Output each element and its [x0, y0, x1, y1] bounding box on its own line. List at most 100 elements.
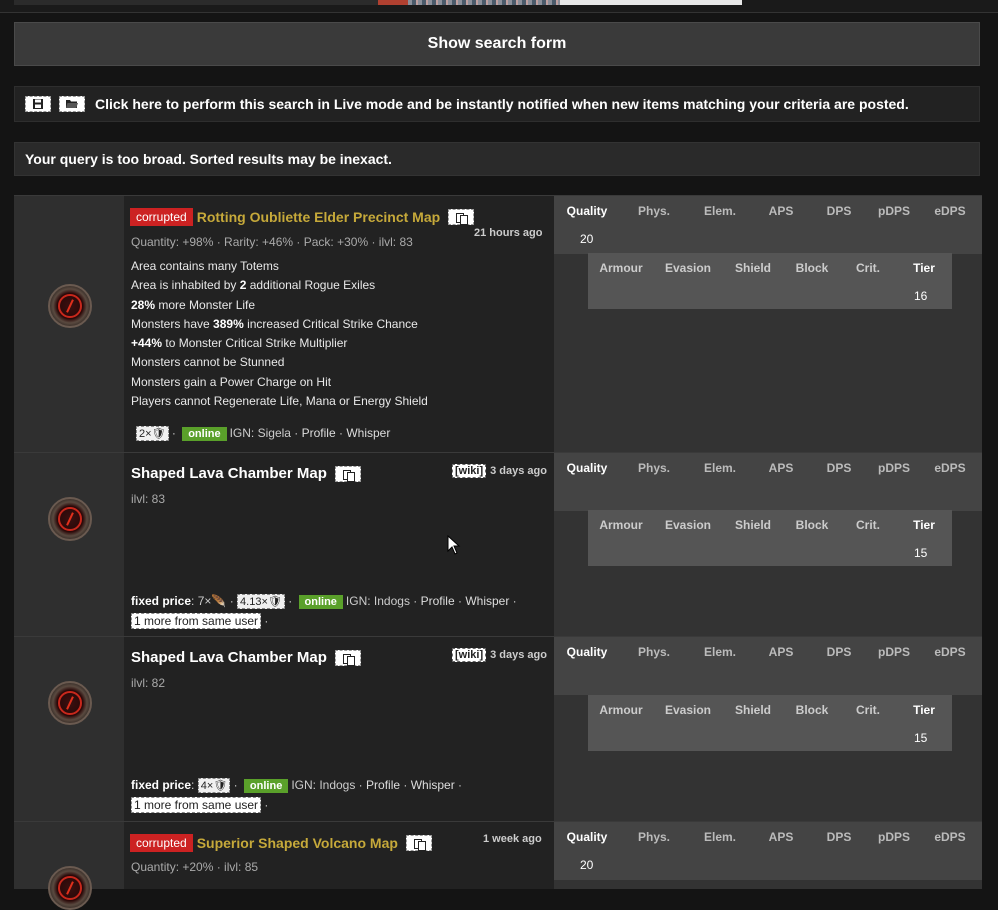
top-banner-strip [0, 0, 998, 13]
listing-age: 3 days ago [490, 465, 547, 477]
profile-link[interactable]: Profile [421, 594, 455, 608]
item-properties: Quantity: +98% · Rarity: +46% · Pack: +3… [131, 235, 413, 249]
col-phys[interactable]: Phys. [620, 204, 688, 218]
col-shield[interactable]: Shield [722, 261, 784, 275]
col-tier[interactable]: Tier [896, 261, 952, 275]
online-badge: online [243, 779, 289, 793]
col-elem[interactable]: Elem. [688, 204, 752, 218]
col-dps[interactable]: DPS [810, 645, 868, 659]
map-item-icon[interactable] [48, 497, 92, 541]
col-dps[interactable]: DPS [810, 461, 868, 475]
col-elem[interactable]: Elem. [688, 645, 752, 659]
chaos-orb-icon: 🛡 [151, 428, 166, 440]
price-chip: 4.13×🛡 [237, 594, 285, 609]
col-crit[interactable]: Crit. [840, 518, 896, 532]
col-pdps[interactable]: pDPS [868, 830, 920, 844]
item-properties: ilvl: 83 [131, 492, 166, 506]
col-quality[interactable]: Quality [554, 830, 620, 844]
item-name[interactable]: Shaped Lava Chamber Map [131, 649, 327, 666]
col-edps[interactable]: eDPS [920, 461, 980, 475]
col-block[interactable]: Block [784, 261, 840, 275]
mouse-cursor-icon [447, 535, 461, 555]
col-phys[interactable]: Phys. [620, 645, 688, 659]
tier-value: 16 [914, 289, 928, 303]
col-aps[interactable]: APS [752, 204, 810, 218]
online-badge: online [298, 595, 343, 609]
col-edps[interactable]: eDPS [920, 645, 980, 659]
mod-line: Players cannot Regenerate Life, Mana or … [131, 394, 428, 409]
col-armour[interactable]: Armour [588, 703, 654, 717]
item-name[interactable]: Rotting Oubliette Elder Precinct Map [197, 209, 440, 225]
result-item: Shaped Lava Chamber Map [wiki] 3 days ago… [14, 452, 982, 637]
profile-link[interactable]: Profile [302, 426, 336, 440]
col-elem[interactable]: Elem. [688, 830, 752, 844]
copy-icon[interactable] [334, 649, 361, 666]
price-text: : [191, 778, 195, 792]
mod-line: Area contains many Totems [131, 259, 279, 273]
more-from-user-link[interactable]: 1 more from same user [131, 613, 262, 629]
col-armour[interactable]: Armour [588, 518, 654, 532]
map-item-icon[interactable] [48, 866, 92, 910]
live-mode-link[interactable]: Click here to perform this search in Liv… [95, 96, 909, 112]
col-crit[interactable]: Crit. [840, 703, 896, 717]
listing-age: 1 week ago [483, 833, 542, 845]
seller-line: 2×🛡 · online IGN: Sigela · Profile · Whis… [136, 426, 390, 441]
col-armour[interactable]: Armour [588, 261, 654, 275]
map-item-icon[interactable] [48, 284, 92, 328]
col-evasion[interactable]: Evasion [654, 261, 722, 275]
show-search-form-button[interactable]: Show search form [14, 22, 980, 66]
col-edps[interactable]: eDPS [920, 204, 980, 218]
save-icon[interactable] [25, 96, 51, 112]
col-elem[interactable]: Elem. [688, 461, 752, 475]
listing-age: 3 days ago [490, 649, 547, 661]
col-quality[interactable]: Quality [554, 645, 620, 659]
wiki-link[interactable]: [wiki] [452, 464, 487, 478]
profile-link[interactable]: Profile [366, 778, 400, 792]
live-mode-bar[interactable]: Click here to perform this search in Liv… [14, 86, 980, 122]
copy-icon[interactable] [448, 209, 475, 225]
wiki-link[interactable]: [wiki] [452, 648, 487, 662]
col-dps[interactable]: DPS [810, 830, 868, 844]
col-tier[interactable]: Tier [896, 518, 952, 532]
col-phys[interactable]: Phys. [620, 830, 688, 844]
col-aps[interactable]: APS [752, 461, 810, 475]
weapon-stats-header: Quality Phys. Elem. APS DPS pDPS eDPS 20 [554, 196, 982, 254]
defence-stats-header: Armour Evasion Shield Block Crit. Tier 1… [588, 695, 952, 751]
col-dps[interactable]: DPS [810, 204, 868, 218]
col-pdps[interactable]: pDPS [868, 204, 920, 218]
col-phys[interactable]: Phys. [620, 461, 688, 475]
col-quality[interactable]: Quality [554, 204, 620, 218]
col-pdps[interactable]: pDPS [868, 645, 920, 659]
col-aps[interactable]: APS [752, 645, 810, 659]
open-folder-icon[interactable] [59, 96, 85, 112]
col-quality[interactable]: Quality [554, 461, 620, 475]
whisper-link[interactable]: Whisper [411, 778, 455, 792]
mod-line: Monsters gain a Power Charge on Hit [131, 374, 332, 389]
col-shield[interactable]: Shield [722, 518, 784, 532]
item-name[interactable]: Superior Shaped Volcano Map [197, 835, 398, 851]
defence-stats-header: Armour Evasion Shield Block Crit. Tier 1… [588, 510, 952, 566]
col-shield[interactable]: Shield [722, 703, 784, 717]
col-pdps[interactable]: pDPS [868, 461, 920, 475]
more-from-user-link[interactable]: 1 more from same user [131, 797, 262, 813]
price-chip: 2×🛡 [136, 426, 169, 441]
quality-value: 20 [580, 858, 594, 872]
whisper-link[interactable]: Whisper [346, 426, 390, 440]
chaos-orb-icon: 🛡 [213, 780, 228, 792]
col-edps[interactable]: eDPS [920, 830, 980, 844]
copy-icon[interactable] [405, 835, 432, 851]
col-tier[interactable]: Tier [896, 703, 952, 717]
item-name[interactable]: Shaped Lava Chamber Map [131, 465, 327, 482]
mod-line: 28% more Monster Life [131, 297, 256, 312]
col-evasion[interactable]: Evasion [654, 518, 722, 532]
col-block[interactable]: Block [784, 518, 840, 532]
map-item-icon[interactable] [48, 681, 92, 725]
col-block[interactable]: Block [784, 703, 840, 717]
tier-value: 15 [914, 731, 928, 745]
col-aps[interactable]: APS [752, 830, 810, 844]
col-crit[interactable]: Crit. [840, 261, 896, 275]
whisper-link[interactable]: Whisper [465, 594, 509, 608]
col-evasion[interactable]: Evasion [654, 703, 722, 717]
copy-icon[interactable] [334, 465, 361, 482]
mod-line: Area is inhabited by 2 additional Rogue … [131, 278, 376, 293]
